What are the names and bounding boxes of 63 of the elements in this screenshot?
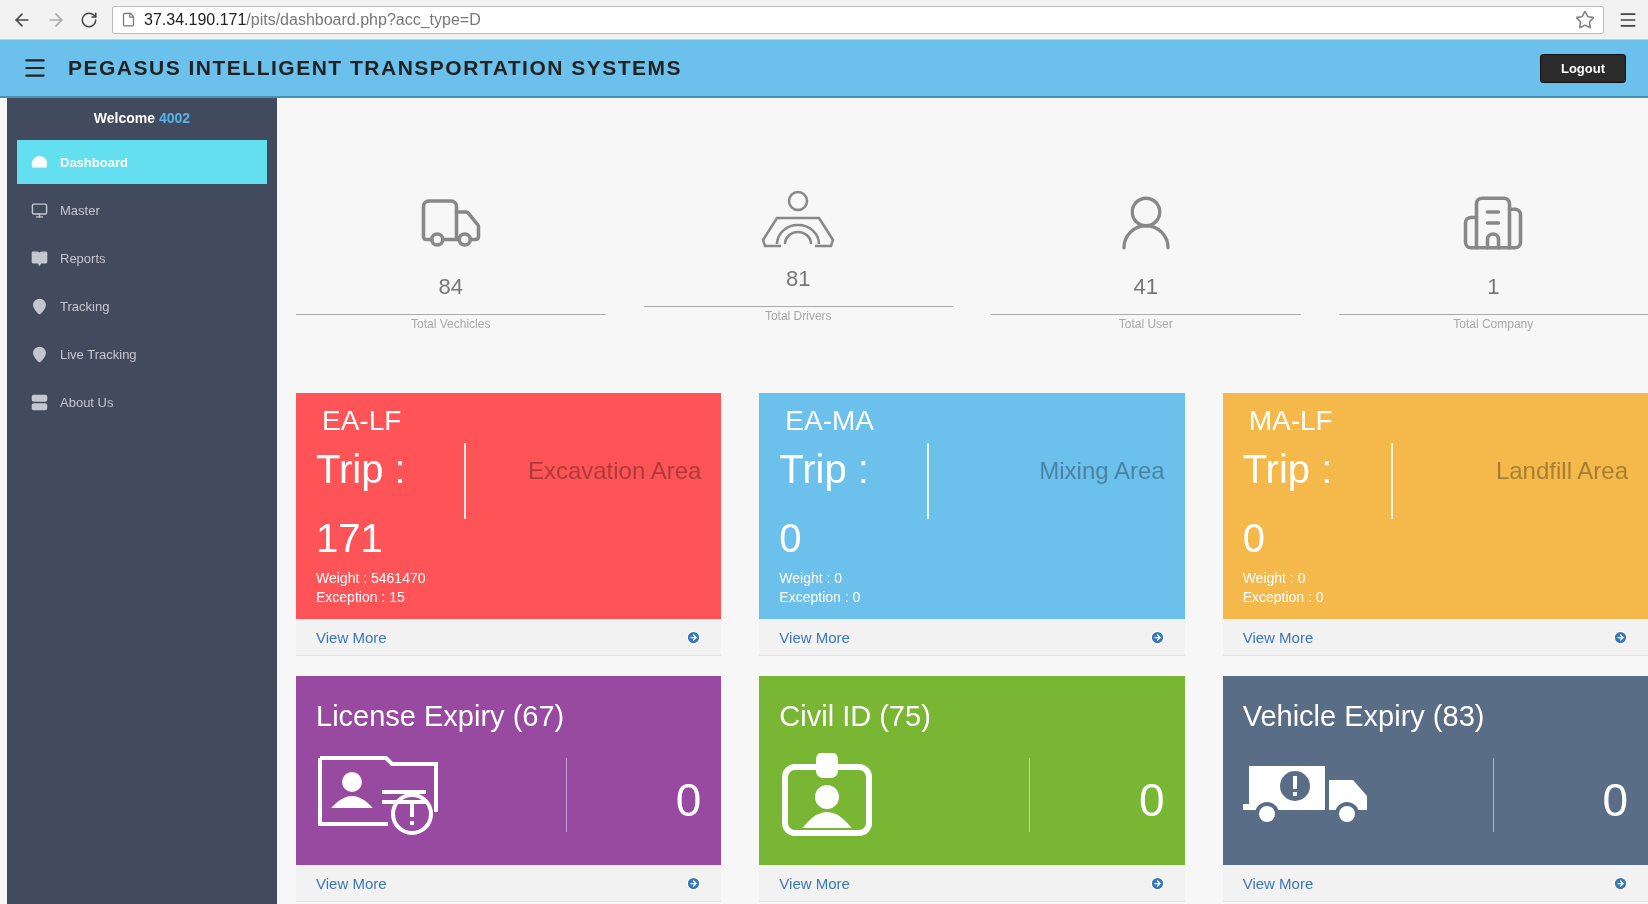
stat-label: Total Company bbox=[1453, 317, 1534, 331]
stat-value: 84 bbox=[438, 274, 463, 300]
arrow-right-icon bbox=[1613, 629, 1628, 645]
route-code: EA-MA bbox=[784, 405, 875, 437]
page-icon bbox=[121, 12, 136, 27]
nav-item[interactable]: Reports bbox=[17, 236, 267, 280]
trip-label: Trip : bbox=[1242, 446, 1334, 493]
stat-label: Total Vechicles bbox=[411, 317, 491, 331]
view-more-link[interactable]: View More bbox=[296, 865, 722, 902]
trip-count: 0 bbox=[779, 515, 803, 562]
trip-label: Trip : bbox=[779, 446, 870, 493]
app-title: PEGASUS INTELLIGENT TRANSPORTATION SYSTEMS bbox=[68, 56, 684, 80]
route-code: EA-LF bbox=[321, 405, 403, 437]
logout-button[interactable]: Logout bbox=[1539, 53, 1626, 83]
view-more-link[interactable]: View More bbox=[759, 865, 1185, 902]
exception-text: Exception : 15 bbox=[316, 588, 406, 607]
stat-label: Total User bbox=[1118, 317, 1173, 331]
expiry-count: 0 bbox=[1029, 758, 1165, 832]
route-code: MA-LF bbox=[1247, 405, 1334, 437]
driver-icon bbox=[761, 190, 836, 248]
trip-count: 171 bbox=[316, 515, 384, 562]
exception-text: Exception : 0 bbox=[779, 588, 862, 607]
weight-text: Weight : 0 bbox=[1242, 569, 1307, 588]
area-name: Excavation Area bbox=[526, 459, 702, 483]
exception-text: Exception : 0 bbox=[1242, 588, 1325, 607]
nav-item[interactable]: About Us bbox=[17, 380, 267, 424]
arrow-right-icon bbox=[686, 629, 702, 645]
stat-value: 41 bbox=[1133, 274, 1158, 300]
stat-value: 1 bbox=[1487, 274, 1500, 300]
view-more-link[interactable]: View More bbox=[1222, 619, 1648, 656]
monitor-icon bbox=[31, 201, 48, 219]
expiry-title: Civil ID (75) bbox=[779, 700, 932, 733]
view-more-link[interactable]: View More bbox=[1222, 865, 1648, 902]
pin-icon bbox=[31, 345, 48, 363]
welcome-text: Welcome 4002 bbox=[92, 110, 192, 126]
nav-item[interactable]: Tracking bbox=[17, 284, 267, 328]
weight-text: Weight : 0 bbox=[779, 569, 844, 588]
area-name: Landfill Area bbox=[1494, 459, 1628, 483]
nav-item[interactable]: Live Tracking bbox=[17, 332, 267, 376]
address-bar[interactable]: 37.34.190.171/pits/dashboard.php?acc_type=D bbox=[112, 5, 1604, 34]
expiry-count: 0 bbox=[566, 758, 702, 832]
book-icon bbox=[31, 249, 48, 267]
area-name: Mixing Area bbox=[1038, 459, 1165, 483]
view-more-link[interactable]: View More bbox=[296, 619, 722, 656]
arrow-right-icon bbox=[1149, 875, 1165, 891]
expiry-title: License Expiry (67) bbox=[316, 700, 566, 733]
pin-icon bbox=[31, 297, 48, 315]
stat-value: 81 bbox=[786, 266, 811, 292]
stat-label: Total Drivers bbox=[764, 309, 832, 323]
expiry-count: 0 bbox=[1492, 758, 1628, 832]
url-text: 37.34.190.171/pits/dashboard.php?acc_type=D bbox=[144, 10, 481, 29]
arrow-right-icon bbox=[686, 875, 702, 891]
nav-item[interactable]: Master bbox=[17, 188, 267, 232]
expiry-title: Vehicle Expiry (83) bbox=[1242, 700, 1486, 733]
reload-icon[interactable] bbox=[80, 10, 98, 29]
trip-count: 0 bbox=[1242, 515, 1266, 562]
view-more-link[interactable]: View More bbox=[759, 619, 1185, 656]
arrow-right-icon bbox=[1149, 629, 1165, 645]
trip-label: Trip : bbox=[316, 446, 407, 493]
bookmark-star-icon[interactable] bbox=[1575, 9, 1595, 30]
server-icon bbox=[31, 393, 48, 411]
weight-text: Weight : 5461470 bbox=[316, 569, 427, 588]
arrow-right-icon bbox=[1613, 875, 1628, 891]
